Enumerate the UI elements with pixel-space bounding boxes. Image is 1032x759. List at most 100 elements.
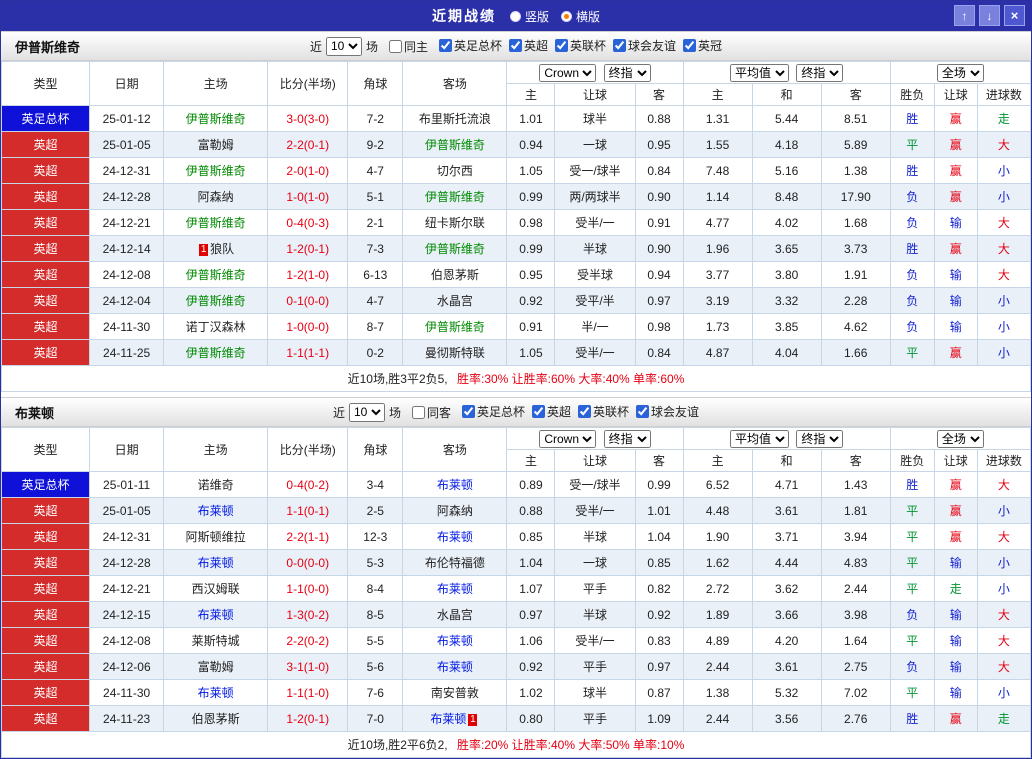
home-team[interactable]: 西汉姆联 (163, 575, 269, 602)
away-team[interactable]: 布莱顿 1 (402, 705, 508, 732)
competition-checkbox[interactable]: 球会友谊 (613, 37, 676, 54)
bookmaker-select[interactable]: Crown (539, 429, 597, 448)
move-down-button[interactable]: ↓ (979, 5, 1000, 26)
home-team[interactable]: 伊普斯维奇 (163, 157, 269, 184)
competition-checkbox-input[interactable] (438, 39, 452, 52)
close-button[interactable]: × (1004, 5, 1025, 26)
competition-checkbox[interactable]: 英联杯 (578, 403, 629, 420)
away-team[interactable]: 纽卡斯尔联 (402, 209, 508, 236)
home-team[interactable]: 1 狼队 (163, 235, 269, 262)
view-option-vertical[interactable]: 竖版 (509, 8, 549, 25)
scope-select[interactable]: 全场 (936, 63, 984, 82)
match-score[interactable]: 1-2(1-0) (267, 261, 349, 288)
away-team[interactable]: 布莱顿 (402, 575, 508, 602)
competition-checkbox[interactable]: 英超 (532, 403, 571, 420)
away-team[interactable]: 南安普敦 (402, 679, 508, 706)
match-score[interactable]: 1-2(0-1) (267, 705, 349, 732)
match-score[interactable]: 0-0(0-0) (267, 549, 349, 576)
match-score[interactable]: 1-1(0-1) (267, 497, 349, 524)
corner-count: 9-2 (347, 131, 404, 158)
competition-checkbox-input[interactable] (613, 39, 627, 52)
euro-source-select[interactable]: 平均值 (730, 63, 789, 82)
euro-source-select[interactable]: 平均值 (730, 429, 789, 448)
asia-odds-type-select[interactable]: 终指 (603, 429, 651, 448)
match-count-select[interactable]: 10 (325, 36, 362, 56)
match-score[interactable]: 3-0(3-0) (267, 105, 349, 132)
home-team[interactable]: 伊普斯维奇 (163, 261, 269, 288)
same-venue-checkbox[interactable]: 同主 (388, 38, 428, 55)
match-score[interactable]: 1-1(0-0) (267, 575, 349, 602)
match-score[interactable]: 1-2(0-1) (267, 235, 349, 262)
match-score[interactable]: 0-1(0-0) (267, 287, 349, 314)
home-team[interactable]: 布莱顿 (163, 549, 269, 576)
match-score[interactable]: 3-1(1-0) (267, 653, 349, 680)
away-team[interactable]: 伊普斯维奇 (402, 183, 508, 210)
home-team[interactable]: 富勒姆 (163, 653, 269, 680)
home-team[interactable]: 伯恩茅斯 (163, 705, 269, 732)
match-score[interactable]: 1-1(1-1) (267, 339, 349, 366)
away-team[interactable]: 切尔西 (402, 157, 508, 184)
match-score[interactable]: 2-2(1-1) (267, 523, 349, 550)
move-up-button[interactable]: ↑ (954, 5, 975, 26)
competition-checkbox-input[interactable] (636, 405, 650, 418)
away-team[interactable]: 布莱顿 (402, 653, 508, 680)
match-count-select[interactable]: 10 (348, 402, 385, 422)
home-team[interactable]: 伊普斯维奇 (163, 339, 269, 366)
match-score[interactable]: 0-4(0-3) (267, 209, 349, 236)
competition-checkbox[interactable]: 英足总杯 (438, 37, 502, 54)
match-score[interactable]: 1-0(1-0) (267, 183, 349, 210)
match-score[interactable]: 0-4(0-2) (267, 471, 349, 498)
scope-select[interactable]: 全场 (936, 429, 984, 448)
away-team[interactable]: 伯恩茅斯 (402, 261, 508, 288)
competition-checkbox-input[interactable] (578, 405, 592, 418)
away-team[interactable]: 水晶宫 (402, 287, 508, 314)
match-score[interactable]: 1-1(1-0) (267, 679, 349, 706)
competition-checkbox-input[interactable] (461, 405, 475, 418)
home-team[interactable]: 诺丁汉森林 (163, 313, 269, 340)
euro-odds-type-select[interactable]: 终指 (796, 63, 844, 82)
competition-checkbox-input[interactable] (532, 405, 545, 418)
competition-checkbox-input[interactable] (683, 39, 697, 52)
away-team[interactable]: 布莱顿 (402, 471, 508, 498)
away-team[interactable]: 伊普斯维奇 (402, 313, 508, 340)
match-score[interactable]: 2-2(0-1) (267, 131, 349, 158)
away-team[interactable]: 伊普斯维奇 (402, 131, 508, 158)
home-team[interactable]: 布莱顿 (163, 497, 269, 524)
home-team[interactable]: 诺维奇 (163, 471, 269, 498)
home-team[interactable]: 阿斯顿维拉 (163, 523, 269, 550)
same-venue-checkbox-input[interactable] (388, 39, 402, 53)
home-team[interactable]: 阿森纳 (163, 183, 269, 210)
away-team[interactable]: 布莱顿 (402, 523, 508, 550)
home-team[interactable]: 布莱顿 (163, 601, 269, 628)
competition-checkbox[interactable]: 英联杯 (555, 37, 606, 54)
competition-checkbox-input[interactable] (509, 39, 522, 52)
home-team[interactable]: 富勒姆 (163, 131, 269, 158)
same-venue-checkbox-input[interactable] (411, 405, 425, 419)
bookmaker-select[interactable]: Crown (539, 63, 597, 82)
asia-odds-type-select[interactable]: 终指 (603, 63, 651, 82)
match-score[interactable]: 1-0(0-0) (267, 313, 349, 340)
home-team[interactable]: 伊普斯维奇 (163, 287, 269, 314)
competition-checkbox-input[interactable] (555, 39, 569, 52)
away-team[interactable]: 水晶宫 (402, 601, 508, 628)
competition-checkbox[interactable]: 英足总杯 (461, 403, 525, 420)
home-team[interactable]: 伊普斯维奇 (163, 105, 269, 132)
competition-checkbox[interactable]: 英冠 (683, 37, 722, 54)
away-team[interactable]: 布伦特福德 (402, 549, 508, 576)
euro-odds-type-select[interactable]: 终指 (796, 429, 844, 448)
match-score[interactable]: 2-0(1-0) (267, 157, 349, 184)
home-team[interactable]: 莱斯特城 (163, 627, 269, 654)
competition-checkbox[interactable]: 球会友谊 (636, 403, 699, 420)
view-option-horizontal[interactable]: 横版 (561, 8, 600, 25)
away-team[interactable]: 阿森纳 (402, 497, 508, 524)
match-score[interactable]: 1-3(0-2) (267, 601, 349, 628)
away-team[interactable]: 布莱顿 (402, 627, 508, 654)
away-team[interactable]: 曼彻斯特联 (402, 339, 508, 366)
home-team[interactable]: 伊普斯维奇 (163, 209, 269, 236)
match-score[interactable]: 2-2(0-2) (267, 627, 349, 654)
away-team[interactable]: 布里斯托流浪 (402, 105, 508, 132)
same-venue-checkbox[interactable]: 同客 (411, 404, 451, 421)
home-team[interactable]: 布莱顿 (163, 679, 269, 706)
competition-checkbox[interactable]: 英超 (509, 37, 548, 54)
away-team[interactable]: 伊普斯维奇 (402, 235, 508, 262)
